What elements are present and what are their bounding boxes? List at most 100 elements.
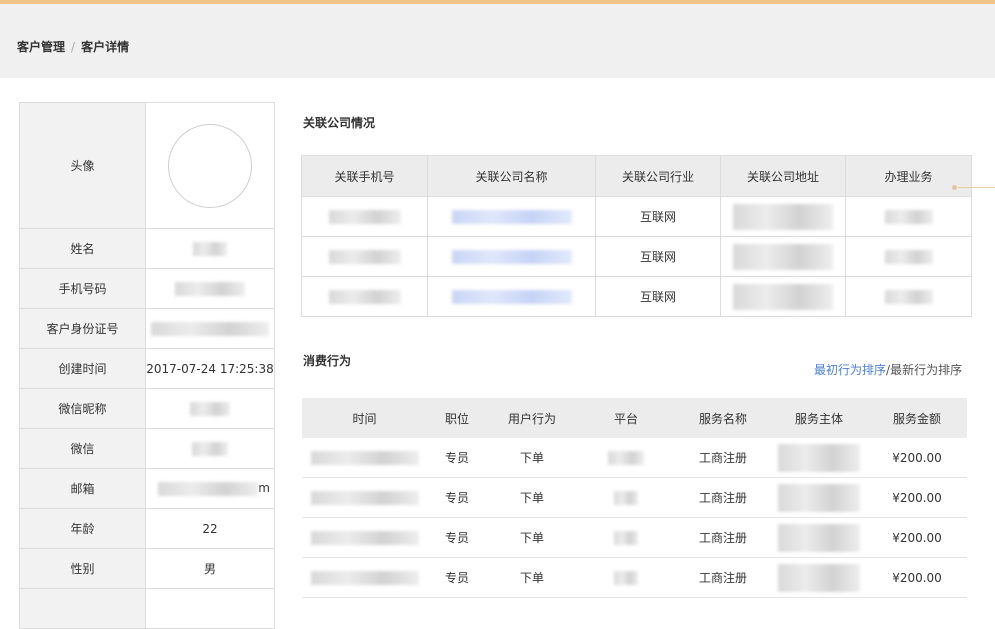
redacted-value: [190, 401, 230, 416]
redacted-value: [158, 481, 259, 496]
table-row: 互联网: [301, 276, 972, 317]
sort-latest-link[interactable]: 最新行为排序: [890, 363, 962, 377]
cell-service-name: 工商注册: [675, 517, 771, 558]
table-header-row: 时间 职位 用户行为 平台 服务名称 服务主体 服务金额: [302, 398, 967, 438]
profile-row-wechat: 微信: [19, 428, 275, 469]
column-header: 服务主体: [771, 398, 867, 438]
redacted-value: [614, 530, 638, 545]
breadcrumb-item-customer-detail: 客户详情: [81, 40, 130, 54]
consumption-table: 时间 职位 用户行为 平台 服务名称 服务主体 服务金额 专员 下单 工商注册 …: [302, 398, 967, 598]
profile-row-age: 年龄 22: [19, 508, 275, 549]
profile-label: 创建时间: [19, 348, 146, 389]
avatar: [168, 123, 252, 208]
column-header: 关联公司地址: [720, 155, 846, 197]
redacted-value: [608, 450, 644, 465]
breadcrumb-item-customer-management[interactable]: 客户管理: [17, 40, 65, 54]
redacted-value: [151, 321, 269, 336]
column-header: 关联公司行业: [595, 155, 721, 197]
redacted-value: [884, 249, 933, 264]
company-industry: 互联网: [595, 196, 721, 237]
profile-row-created-time: 创建时间 2017-07-24 17:25:38: [19, 348, 275, 389]
profile-value: 22: [145, 508, 275, 549]
redacted-value: [310, 490, 419, 505]
redacted-value: [175, 281, 245, 296]
redacted-value: [328, 209, 401, 224]
redacted-value: [733, 203, 833, 230]
drag-handle-dot[interactable]: [952, 185, 957, 190]
profile-row-extra: [19, 588, 275, 629]
column-header: 服务金额: [867, 398, 967, 438]
profile-row-gender: 性别 男: [19, 548, 275, 589]
profile-row-wechat-nickname: 微信昵称: [19, 388, 275, 429]
column-header: 用户行为: [487, 398, 577, 438]
redacted-value: [193, 241, 227, 256]
cell-action: 下单: [487, 438, 577, 478]
profile-label: 邮箱: [19, 468, 146, 509]
redacted-value: [733, 283, 833, 310]
company-name-link[interactable]: [451, 249, 572, 264]
column-header: 关联公司名称: [427, 155, 596, 197]
redacted-value: [733, 243, 833, 270]
redacted-value: [884, 209, 933, 224]
cell-action: 下单: [487, 557, 577, 598]
company-name-link[interactable]: [451, 209, 572, 224]
profile-row-id-number: 客户身份证号: [19, 308, 275, 349]
redacted-value: [310, 530, 419, 545]
sort-controls: 最初行为排序/最新行为排序: [814, 361, 962, 378]
related-companies-table: 关联手机号 关联公司名称 关联公司行业 关联公司地址 办理业务 互联网 互联网 …: [301, 155, 972, 317]
redacted-value: [778, 523, 860, 552]
table-row: 专员 下单 工商注册 ¥200.00: [302, 438, 967, 478]
table-row: 专员 下单 工商注册 ¥200.00: [302, 517, 967, 558]
profile-label: 年龄: [19, 508, 146, 549]
cell-service-name: 工商注册: [675, 438, 771, 478]
drag-handle-line: [958, 187, 995, 188]
profile-row-email: 邮箱 m: [19, 468, 275, 509]
company-industry: 互联网: [595, 276, 721, 317]
cell-position: 专员: [427, 477, 487, 518]
column-header: 关联手机号: [301, 155, 428, 197]
cell-amount: ¥200.00: [867, 557, 967, 598]
redacted-value: [778, 483, 860, 512]
cell-amount: ¥200.00: [867, 517, 967, 558]
profile-value: m: [258, 481, 270, 496]
company-name-link[interactable]: [451, 289, 572, 304]
cell-service-name: 工商注册: [675, 477, 771, 518]
profile-value: 2017-07-24 17:25:38: [145, 348, 275, 389]
redacted-value: [778, 563, 860, 592]
column-header: 办理业务: [845, 155, 972, 197]
redacted-value: [310, 450, 419, 465]
table-row: 专员 下单 工商注册 ¥200.00: [302, 557, 967, 598]
profile-value: 男: [145, 548, 275, 589]
profile-row-name: 姓名: [19, 228, 275, 269]
column-header: 平台: [577, 398, 675, 438]
table-header-row: 关联手机号 关联公司名称 关联公司行业 关联公司地址 办理业务: [301, 155, 972, 197]
redacted-value: [614, 570, 638, 585]
profile-label: 微信: [19, 428, 146, 469]
sort-first-link[interactable]: 最初行为排序: [814, 363, 886, 377]
cell-amount: ¥200.00: [867, 477, 967, 518]
table-row: 互联网: [301, 196, 972, 237]
redacted-value: [328, 249, 401, 264]
profile-label: 性别: [19, 548, 146, 589]
cell-position: 专员: [427, 557, 487, 598]
cell-service-name: 工商注册: [675, 557, 771, 598]
column-header: 时间: [302, 398, 427, 438]
cell-amount: ¥200.00: [867, 438, 967, 478]
redacted-value: [328, 289, 401, 304]
consumption-title: 消费行为: [303, 354, 352, 368]
redacted-value: [310, 570, 419, 585]
profile-row-phone: 手机号码: [19, 268, 275, 309]
breadcrumb-separator: /: [71, 40, 76, 54]
redacted-value: [884, 289, 933, 304]
breadcrumb-area: 客户管理 / 客户详情: [0, 4, 995, 78]
table-row: 专员 下单 工商注册 ¥200.00: [302, 477, 967, 518]
table-row: 互联网: [301, 236, 972, 277]
breadcrumb: 客户管理 / 客户详情: [17, 38, 129, 55]
related-companies-title: 关联公司情况: [303, 116, 376, 130]
column-header: 职位: [427, 398, 487, 438]
redacted-value: [192, 441, 228, 456]
company-industry: 互联网: [595, 236, 721, 277]
redacted-value: [614, 490, 638, 505]
column-header: 服务名称: [675, 398, 771, 438]
customer-profile-table: 头像 姓名 手机号码 客户身份证号 创建时间 2017-07-24 17:25:…: [19, 102, 275, 629]
